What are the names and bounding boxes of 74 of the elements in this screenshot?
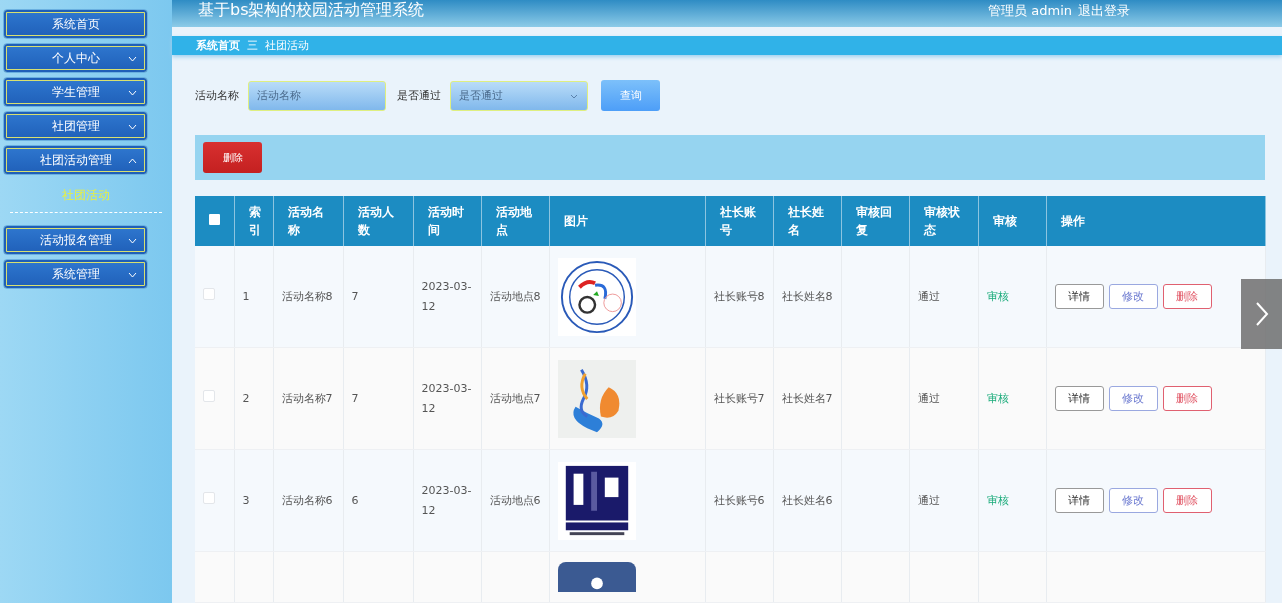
table-cell: 社长账号8 — [713, 289, 765, 303]
sidebar-item[interactable]: 活动报名管理 — [3, 225, 148, 255]
delete-button[interactable]: 删除 — [1162, 488, 1212, 513]
table-cell: 通过 — [917, 391, 940, 405]
input-field[interactable]: 活动名称 — [248, 80, 386, 111]
table-cell: 活动地点6 — [489, 493, 541, 507]
table-cell: 活动名称7 — [281, 391, 333, 405]
table-cell: 活动名称8 — [281, 289, 333, 303]
table-cell: 通过 — [917, 493, 940, 507]
details-button[interactable]: 详情 — [1054, 386, 1104, 411]
select-all-checkbox[interactable] — [209, 214, 220, 225]
header-cell: 活动时间 — [413, 196, 481, 246]
table-cell: 活动名称6 — [281, 493, 333, 507]
sidebar-item[interactable]: 系统首页 — [3, 9, 148, 39]
sidebar-item[interactable]: 学生管理 — [3, 77, 148, 107]
review-link[interactable]: 审核 — [986, 493, 1009, 507]
header-cell: 社长姓名 — [773, 196, 841, 246]
table-cell: 活动地点7 — [489, 391, 541, 405]
table-cell: 1 — [242, 289, 250, 303]
header-cell: 操作 — [1046, 196, 1265, 246]
edit-button[interactable]: 修改 — [1108, 386, 1158, 411]
row-checkbox[interactable] — [203, 287, 215, 300]
table-cell: 2023-03-12 — [421, 483, 472, 517]
app-title: 基于bs架构的校园活动管理系统 — [198, 0, 426, 21]
user-label: 管理员 admin — [988, 1, 1072, 20]
review-link[interactable]: 审核 — [986, 391, 1009, 405]
table-cell: 社长账号7 — [713, 391, 765, 405]
edit-button[interactable]: 修改 — [1108, 488, 1158, 513]
delete-button[interactable]: 删除 — [1162, 284, 1212, 309]
chevron-right-icon — [1254, 301, 1269, 327]
table-cell: 2 — [242, 391, 250, 405]
delete-button[interactable]: 删除 — [203, 142, 262, 173]
review-link[interactable]: 审核 — [986, 289, 1009, 303]
table-cell: 社长姓名8 — [781, 289, 833, 303]
header-cell: 索引 — [234, 196, 273, 246]
table-cell: 7 — [351, 289, 359, 303]
sidebar-item[interactable]: 社团管理 — [3, 111, 148, 141]
header-cell: 审核回复 — [841, 196, 909, 246]
field-label: 活动名称 — [195, 88, 239, 103]
table-cell: 6 — [351, 493, 359, 507]
row-checkbox[interactable] — [203, 389, 215, 402]
breadcrumb-separator: 三 — [247, 38, 258, 53]
sidebar-item[interactable]: 系统管理 — [3, 259, 148, 289]
details-button[interactable]: 详情 — [1054, 284, 1104, 309]
header-cell: 活动人数 — [343, 196, 413, 246]
table-cell: 2023-03-12 — [421, 381, 472, 415]
table-cell: 3 — [242, 493, 250, 507]
table-cell: 社长账号6 — [713, 493, 765, 507]
next-button[interactable] — [1241, 279, 1282, 349]
table-cell: 7 — [351, 391, 359, 405]
header-cell: 图片 — [549, 196, 705, 246]
header-cell: 审核 — [978, 196, 1046, 246]
select-field[interactable]: 是否通过 — [450, 80, 588, 111]
header-cell: 审核状态 — [909, 196, 978, 246]
breadcrumb-item[interactable]: 社团活动 — [265, 38, 309, 53]
header-cell: 活动名称 — [273, 196, 343, 246]
table-cell: 社长姓名6 — [781, 493, 833, 507]
logout-link[interactable]: 退出登录 — [1078, 1, 1130, 20]
delete-button[interactable]: 删除 — [1162, 386, 1212, 411]
header-cell: 社长账号 — [705, 196, 773, 246]
row-checkbox[interactable] — [203, 491, 215, 504]
chevron-down-icon — [570, 93, 578, 99]
search-button[interactable]: 查询 — [601, 80, 660, 111]
table-cell: 社长姓名7 — [781, 391, 833, 405]
table-cell: 通过 — [917, 289, 940, 303]
sidebar-item[interactable]: 社团活动管理 — [3, 145, 148, 175]
table-cell: 2023-03-12 — [421, 279, 472, 313]
sidebar-item[interactable]: 个人中心 — [3, 43, 148, 73]
edit-button[interactable]: 修改 — [1108, 284, 1158, 309]
breadcrumb-item[interactable]: 系统首页 — [196, 38, 240, 53]
field-label: 是否通过 — [397, 88, 441, 103]
details-button[interactable]: 详情 — [1054, 488, 1104, 513]
header-cell: 活动地点 — [481, 196, 549, 246]
table-cell: 活动地点8 — [489, 289, 541, 303]
